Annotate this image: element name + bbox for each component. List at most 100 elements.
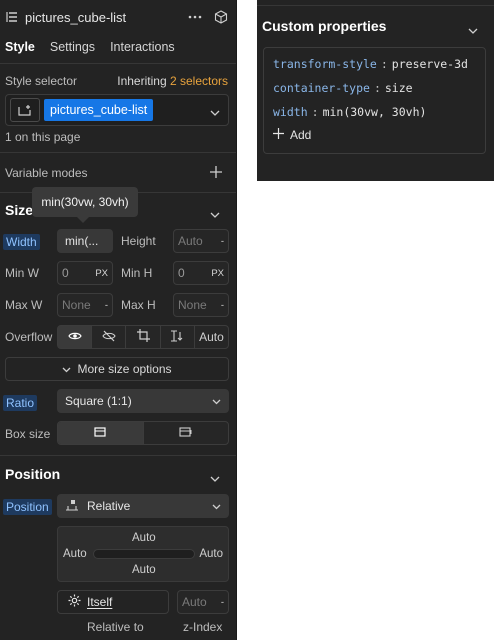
plus-icon: [273, 128, 284, 142]
height-unit[interactable]: -: [221, 236, 224, 247]
overflow-visible-button[interactable]: [58, 326, 93, 348]
width-value: min(...: [65, 234, 99, 248]
cube-icon[interactable]: [214, 10, 228, 24]
position-relative-icon: [65, 499, 79, 514]
selector-field[interactable]: pictures_cube-list: [5, 94, 229, 126]
width-tooltip-text: min(30vw, 30vh): [41, 195, 129, 209]
size-section-title[interactable]: Size: [5, 202, 33, 218]
min-height-unit[interactable]: PX: [211, 268, 224, 279]
inheriting-count: 2 selectors: [169, 74, 228, 88]
position-section-title[interactable]: Position: [5, 466, 60, 482]
custom-properties-panel: Custom properties transform-style: preser…: [257, 0, 494, 181]
position-value: Relative: [87, 499, 131, 513]
add-custom-property-button[interactable]: Add: [273, 128, 311, 142]
overflow-clip-button[interactable]: [126, 326, 161, 348]
max-width-unit[interactable]: -: [105, 300, 108, 311]
z-index-unit[interactable]: -: [221, 597, 224, 608]
overflow-auto-label: Auto: [199, 330, 224, 344]
border-box-button[interactable]: [58, 422, 143, 444]
add-custom-property-label: Add: [290, 128, 312, 142]
style-panel: pictures_cube-list Style Settings Intera…: [0, 0, 237, 640]
collapse-chevron-icon[interactable]: [468, 23, 478, 37]
max-height-input[interactable]: None -: [173, 293, 229, 317]
custom-property-item[interactable]: width: min(30vw, 30vh): [273, 105, 426, 119]
overflow-auto-button[interactable]: Auto: [195, 326, 228, 348]
on-page-count: 1 on this page: [5, 130, 81, 144]
element-title: pictures_cube-list: [25, 9, 127, 25]
inheriting-info[interactable]: Inheriting 2 selectors: [117, 74, 228, 88]
ellipsis-icon[interactable]: [188, 15, 202, 19]
z-index-value: Auto: [182, 595, 207, 609]
element-stack-icon: [6, 10, 20, 24]
inheriting-prefix: Inheriting: [117, 74, 167, 88]
overflow-label: Overflow: [5, 330, 53, 344]
ratio-value: Square (1:1): [65, 394, 132, 408]
max-width-input[interactable]: None -: [57, 293, 113, 317]
offset-top[interactable]: Auto: [132, 532, 156, 544]
offset-right[interactable]: Auto: [199, 548, 223, 560]
min-height-label: Min H: [121, 266, 153, 280]
overflow-hidden-button[interactable]: [92, 326, 127, 348]
custom-property-value: min(30vw, 30vh): [322, 105, 427, 119]
style-selector-label: Style selector: [5, 74, 78, 88]
relative-to-button[interactable]: Itself: [57, 590, 169, 614]
more-size-options-label: More size options: [77, 362, 172, 376]
box-size-label: Box size: [5, 427, 51, 441]
gear-icon: [68, 594, 81, 610]
custom-property-item[interactable]: container-type: size: [273, 81, 413, 95]
width-input[interactable]: min(...: [57, 229, 113, 253]
chevron-down-icon[interactable]: [210, 105, 220, 119]
ratio-select[interactable]: Square (1:1): [57, 389, 229, 413]
collapse-chevron-icon[interactable]: [210, 471, 220, 485]
border-box-icon: [94, 426, 106, 440]
custom-property-item[interactable]: transform-style: preserve-3d: [273, 57, 468, 71]
max-height-label: Max H: [121, 298, 156, 312]
min-width-label: Min W: [5, 266, 39, 280]
relative-to-label: Relative to: [87, 620, 144, 634]
min-height-value: 0: [178, 266, 185, 280]
z-index-input[interactable]: Auto -: [177, 590, 229, 614]
min-height-input[interactable]: 0 PX: [173, 261, 229, 285]
width-label[interactable]: Width: [3, 234, 40, 250]
custom-properties-title[interactable]: Custom properties: [262, 18, 386, 34]
max-width-value: None: [62, 298, 91, 312]
box-size-toggle: [57, 421, 229, 445]
max-height-unit[interactable]: -: [221, 300, 224, 311]
z-index-label: z-Index: [183, 620, 223, 634]
more-size-options-button[interactable]: More size options: [5, 357, 229, 381]
max-height-value: None: [178, 298, 207, 312]
add-selector-icon[interactable]: [10, 98, 40, 122]
position-offsets-box: Auto Auto Auto Auto: [57, 526, 229, 582]
ratio-label[interactable]: Ratio: [3, 395, 38, 411]
position-select[interactable]: Relative: [57, 494, 229, 518]
tab-settings[interactable]: Settings: [50, 40, 95, 54]
offset-center-box: [93, 549, 195, 559]
tab-interactions[interactable]: Interactions: [110, 40, 175, 54]
height-value: Auto: [178, 234, 203, 248]
crop-icon: [136, 329, 150, 345]
min-width-unit[interactable]: PX: [95, 268, 108, 279]
custom-properties-list: transform-style: preserve-3d container-ty…: [263, 47, 486, 154]
position-label[interactable]: Position: [3, 499, 52, 515]
chevron-down-icon: [212, 499, 221, 513]
collapse-chevron-icon[interactable]: [210, 207, 220, 221]
offset-left[interactable]: Auto: [63, 548, 87, 560]
custom-property-key: container-type: [273, 81, 370, 95]
panel-tabs: Style Settings Interactions: [0, 34, 236, 60]
height-label: Height: [121, 234, 156, 248]
min-width-input[interactable]: 0 PX: [57, 261, 113, 285]
selector-class-chip[interactable]: pictures_cube-list: [44, 99, 154, 121]
tab-style[interactable]: Style: [5, 40, 35, 54]
panel-header: pictures_cube-list: [0, 0, 236, 34]
eye-icon: [67, 330, 82, 344]
overflow-scroll-button[interactable]: [161, 326, 195, 348]
height-input[interactable]: Auto -: [173, 229, 229, 253]
max-width-label: Max W: [5, 298, 43, 312]
scroll-icon: [170, 329, 184, 345]
plus-icon[interactable]: [210, 166, 222, 181]
offset-bottom[interactable]: Auto: [132, 564, 156, 576]
custom-property-value: preserve-3d: [391, 57, 468, 71]
content-box-button[interactable]: [142, 422, 229, 444]
custom-property-key: width: [273, 105, 308, 119]
min-width-value: 0: [62, 266, 69, 280]
